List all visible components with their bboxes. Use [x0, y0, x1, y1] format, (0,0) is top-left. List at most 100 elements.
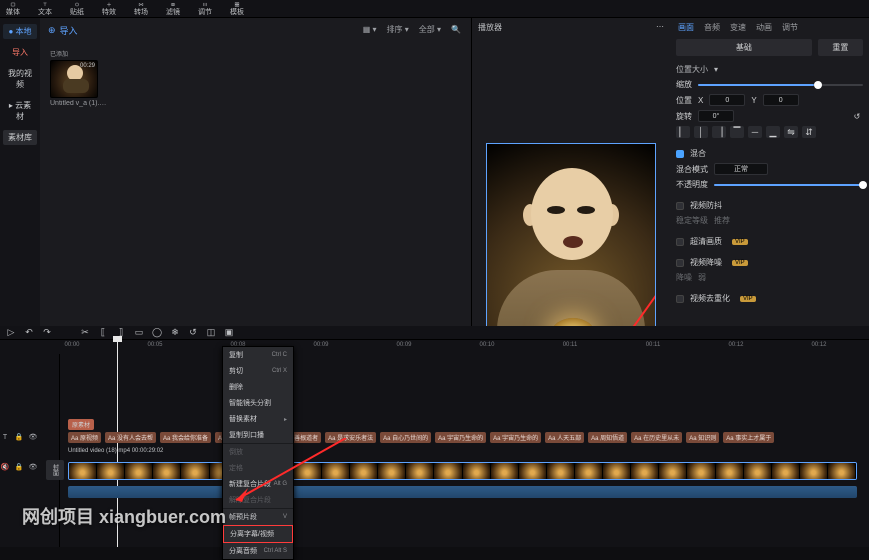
denoise-checkbox[interactable] — [676, 259, 684, 267]
text-clip[interactable]: Aa 自心乃世间的 — [380, 432, 431, 443]
time-ruler[interactable]: 00:00 00:05 00:08 00:09 00:09 00:10 00:1… — [60, 340, 869, 354]
eye-icon[interactable]: 👁 — [28, 432, 38, 442]
nav-import[interactable]: 导入 — [3, 45, 37, 60]
dedupe-checkbox[interactable] — [676, 295, 684, 303]
align-vcenter-icon[interactable]: ─ — [748, 126, 762, 138]
text-clip[interactable]: Aa 知识则 — [686, 432, 719, 443]
text-clip[interactable]: Aa 没有人会去帮 — [105, 432, 156, 443]
menu-item[interactable]: 复制Ctrl C — [223, 347, 293, 363]
menu-item[interactable]: 分离音频Ctrl Alt S — [223, 543, 293, 559]
nav-myvideo[interactable]: 我的视频 — [3, 66, 37, 92]
video-clip[interactable] — [68, 462, 857, 480]
menu-item[interactable]: 分离字幕/视频 — [223, 525, 293, 543]
tool-template[interactable]: 模板 — [230, 2, 244, 17]
blend-mode-select[interactable]: 正常 — [714, 163, 768, 175]
text-clip[interactable]: Aa 人天五部 — [545, 432, 584, 443]
mirror-icon[interactable]: ◫ — [206, 328, 216, 338]
pos-y-input[interactable]: 0 — [763, 94, 799, 106]
text-clip[interactable]: Aa 事实上才属于 — [723, 432, 774, 443]
tool-effect[interactable]: 特效 — [102, 2, 116, 17]
preview-menu-icon[interactable]: ⋯ — [656, 22, 664, 33]
menu-item[interactable]: 剪切Ctrl X — [223, 363, 293, 379]
nav-local[interactable]: ● 本地 — [3, 24, 37, 39]
basic-button[interactable]: 基础 — [676, 39, 812, 56]
tab-audio[interactable]: 音频 — [704, 22, 720, 33]
rot-reset-icon[interactable]: ↺ — [851, 110, 863, 122]
menu-item: 定格 — [223, 460, 293, 476]
tab-speed[interactable]: 变速 — [730, 22, 746, 33]
hq-checkbox[interactable] — [676, 238, 684, 246]
tool-sticker[interactable]: 贴纸 — [70, 2, 84, 17]
align-hcenter-icon[interactable]: │ — [694, 126, 708, 138]
flip-h-icon[interactable]: ⇋ — [784, 126, 798, 138]
audio-clip[interactable] — [68, 486, 857, 498]
tab-picture[interactable]: 画面 — [678, 22, 694, 33]
crop-tl-icon[interactable]: ▣ — [224, 328, 234, 338]
text-clip[interactable]: Aa 我会给你准备 — [160, 432, 211, 443]
menu-item[interactable]: 新建复合片段Alt G — [223, 476, 293, 492]
tab-anim[interactable]: 动画 — [756, 22, 772, 33]
sort-dropdown[interactable]: 排序 ▾ — [387, 24, 409, 35]
top-toolbar: 媒体 文本 贴纸 特效 转场 滤镜 调节 模板 — [0, 0, 869, 18]
text-clip[interactable]: Aa 原视频 — [68, 432, 101, 443]
lock-icon[interactable]: 🔒 — [14, 432, 24, 442]
vip-badge: VIP — [732, 239, 748, 245]
zoom-slider[interactable] — [698, 84, 863, 86]
reverse-icon[interactable]: ↺ — [188, 328, 198, 338]
view-mode-icon[interactable]: ▦ ▾ — [363, 25, 377, 34]
trim-left-icon[interactable]: ⟦ — [98, 328, 108, 338]
text-clip[interactable]: Aa 周知悟道 — [588, 432, 627, 443]
opacity-slider[interactable] — [714, 184, 863, 186]
text-track-toggle[interactable]: T — [0, 432, 10, 442]
menu-item: 倒放 — [223, 444, 293, 460]
raw-material-chip[interactable]: 原素材 — [68, 419, 94, 430]
denoise-label: 降噪 — [676, 272, 692, 283]
align-top-icon[interactable]: ▔ — [730, 126, 744, 138]
menu-item[interactable]: 帧预片段V — [223, 509, 293, 525]
stable-checkbox[interactable] — [676, 202, 684, 210]
stable-section: 视频防抖 — [690, 200, 722, 211]
nav-cloud[interactable]: ▸ 云素材 — [3, 98, 37, 124]
rot-input[interactable]: 0° — [698, 110, 734, 122]
blend-checkbox[interactable] — [676, 150, 684, 158]
undo-icon[interactable]: ↶ — [24, 328, 34, 338]
tool-transition[interactable]: 转场 — [134, 2, 148, 17]
text-clip[interactable]: Aa 宇宙乃生命的 — [435, 432, 486, 443]
text-clip[interactable]: Aa 是求安乐者法 — [325, 432, 376, 443]
media-asset[interactable]: 已添加 00:29 Untitled v_a (1).mp4 — [50, 49, 108, 107]
align-right-icon[interactable]: ▕ — [712, 126, 726, 138]
flip-v-icon[interactable]: ⇵ — [802, 126, 816, 138]
pos-label: 位置 — [676, 95, 692, 106]
reset-button[interactable]: 重置 — [818, 39, 863, 56]
freeze-icon[interactable]: ❄ — [170, 328, 180, 338]
menu-item[interactable]: 替换素材▸ — [223, 411, 293, 427]
nav-library[interactable]: 素材库 — [3, 130, 37, 145]
search-icon[interactable]: 🔍 — [451, 25, 461, 34]
text-clip[interactable]: Aa 宇宙乃生命的 — [490, 432, 541, 443]
video-eye-icon[interactable]: 👁 — [28, 462, 38, 472]
asset-thumbnail[interactable]: 00:29 — [50, 60, 98, 98]
tool-text[interactable]: 文本 — [38, 2, 52, 17]
filter-dropdown[interactable]: 全部 ▾ — [419, 24, 441, 35]
import-icon[interactable]: ⊕ — [48, 25, 56, 36]
pointer-tool-icon[interactable]: ▷ — [6, 328, 16, 338]
record-icon[interactable]: ◯ — [152, 328, 162, 338]
menu-item[interactable]: 复制到口播 — [223, 427, 293, 443]
tool-media[interactable]: 媒体 — [6, 2, 20, 17]
align-bottom-icon[interactable]: ▁ — [766, 126, 780, 138]
import-button[interactable]: 导入 — [60, 24, 78, 37]
align-left-icon[interactable]: ▏ — [676, 126, 690, 138]
tool-filter[interactable]: 滤镜 — [166, 2, 180, 17]
cover-chip[interactable]: 封面 — [46, 460, 64, 480]
video-lock-icon[interactable]: 🔒 — [14, 462, 24, 472]
menu-item[interactable]: 智能镜头分割 — [223, 395, 293, 411]
split-icon[interactable]: ✂ — [80, 328, 90, 338]
video-mute-icon[interactable]: 🔇 — [0, 462, 10, 472]
menu-item[interactable]: 删除 — [223, 379, 293, 395]
redo-icon[interactable]: ↷ — [42, 328, 52, 338]
delete-icon[interactable]: ▭ — [134, 328, 144, 338]
tool-adjust[interactable]: 调节 — [198, 2, 212, 17]
text-clip[interactable]: Aa 在历史里从未 — [631, 432, 682, 443]
pos-x-input[interactable]: 0 — [709, 94, 745, 106]
tab-adjust[interactable]: 调节 — [782, 22, 798, 33]
